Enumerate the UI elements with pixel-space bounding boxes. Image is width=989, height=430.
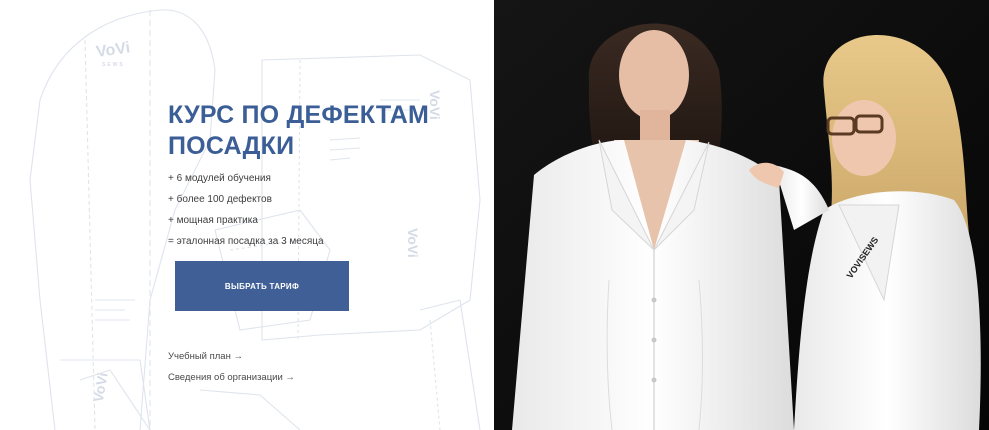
curriculum-link[interactable]: Учебный план → bbox=[168, 351, 243, 362]
features-list: + 6 модулей обучения + более 100 дефекто… bbox=[168, 168, 324, 252]
pattern-watermark: VoVi bbox=[95, 39, 131, 61]
organization-info-link[interactable]: Сведения об организации → bbox=[168, 372, 295, 383]
feature-item: + 6 модулей обучения bbox=[168, 173, 271, 184]
hero-content: КУРС ПО ДЕФЕКТАМ ПОСАДКИ + 6 модулей обу… bbox=[168, 0, 488, 430]
title-line-1: КУРС ПО ДЕФЕКТАМ bbox=[168, 101, 430, 129]
hero-photo: VOVISEWS bbox=[494, 0, 989, 430]
hero-left-panel: VoVi SEWS VoVi VoVi VoVi КУРС ПО ДЕФЕКТА… bbox=[0, 0, 494, 430]
svg-text:SEWS: SEWS bbox=[102, 62, 125, 68]
feature-item: + более 100 дефектов bbox=[168, 194, 272, 205]
title-line-2: ПОСАДКИ bbox=[168, 132, 295, 160]
course-photo-image: VOVISEWS bbox=[494, 0, 989, 430]
feature-item: = эталонная посадка за 3 месяца bbox=[168, 236, 324, 247]
feature-item: + мощная практика bbox=[168, 215, 258, 226]
page-title: КУРС ПО ДЕФЕКТАМ ПОСАДКИ bbox=[168, 100, 429, 162]
choose-tariff-button[interactable]: ВЫБРАТЬ ТАРИФ bbox=[175, 261, 349, 311]
